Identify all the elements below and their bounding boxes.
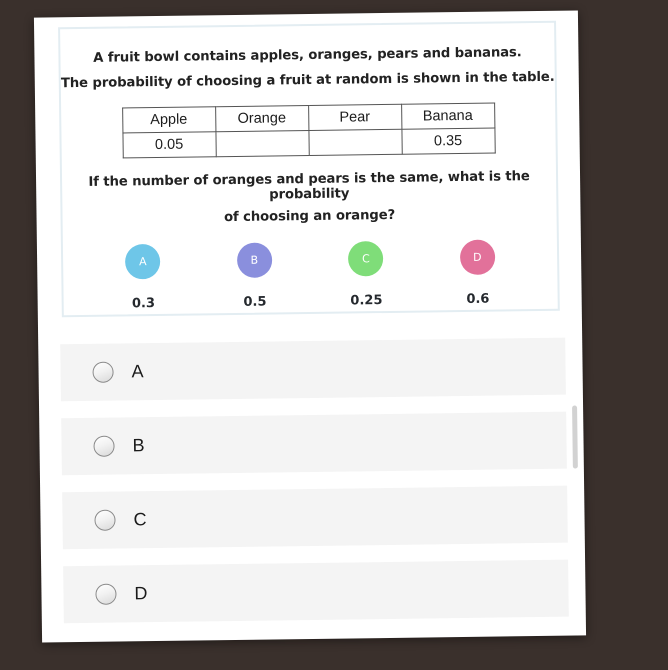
answer-options-list: A B C D: [60, 337, 569, 641]
radio-button-b-icon[interactable]: [93, 435, 115, 457]
table-cell-pear: [308, 129, 402, 156]
table-header-banana: Banana: [401, 103, 495, 130]
answer-option-d-label: D: [134, 583, 148, 604]
answer-option-a[interactable]: A: [60, 337, 566, 402]
choice-bubble-a-value: 0.3: [131, 296, 156, 312]
choice-bubble-d-circle: D: [459, 239, 496, 276]
question-stem-line-1: A fruit bowl contains apples, oranges, p…: [93, 45, 522, 66]
choice-bubble-c-circle: C: [348, 241, 384, 277]
question-prompt-line-1: If the number of oranges and pears is th…: [88, 169, 530, 203]
choice-bubble-c-value: 0.25: [350, 293, 383, 309]
choice-bubble-b-value: 0.5: [243, 294, 267, 310]
choice-bubble-a: A 0.3: [98, 243, 189, 312]
choice-bubble-b-circle: B: [236, 242, 273, 278]
table-header-pear: Pear: [308, 104, 402, 131]
table-cell-apple: 0.05: [122, 131, 216, 158]
table-header-apple: Apple: [122, 106, 216, 133]
choice-bubble-b: B 0.5: [209, 242, 300, 310]
screen: A fruit bowl contains apples, oranges, p…: [0, 0, 668, 670]
table-header-orange: Orange: [215, 105, 309, 132]
choice-bubble-row: A 0.3 B 0.5 C 0.25 D 0.6: [63, 239, 558, 312]
answer-option-c[interactable]: C: [62, 485, 568, 550]
radio-button-d-icon[interactable]: [95, 583, 117, 605]
table-cell-banana: 0.35: [401, 128, 495, 155]
probability-table: Apple Orange Pear Banana 0.05 0.35: [122, 103, 496, 159]
answer-option-a-label: A: [131, 361, 144, 382]
choice-bubble-a-circle: A: [125, 243, 161, 280]
question-paper: A fruit bowl contains apples, oranges, p…: [33, 10, 587, 643]
probability-table-wrapper: Apple Orange Pear Banana 0.05 0.35: [61, 102, 556, 159]
radio-button-c-icon[interactable]: [94, 509, 116, 531]
table-value-row: 0.05 0.35: [122, 128, 495, 158]
answer-option-b[interactable]: B: [61, 411, 567, 476]
answer-option-d[interactable]: D: [63, 559, 569, 624]
answer-option-b-label: B: [132, 435, 145, 456]
question-prompt-line-2: of choosing an orange?: [223, 207, 396, 226]
table-cell-orange: [215, 130, 309, 157]
question-image-card: A fruit bowl contains apples, oranges, p…: [58, 20, 560, 318]
scrollbar-thumb[interactable]: [572, 405, 578, 469]
choice-bubble-d: D 0.6: [432, 239, 523, 307]
radio-button-a-icon[interactable]: [92, 361, 114, 383]
paper-content: A fruit bowl contains apples, oranges, p…: [34, 10, 586, 642]
answer-option-c-label: C: [133, 509, 147, 530]
choice-bubble-d-value: 0.6: [466, 291, 490, 307]
question-stem-line-2: The probability of choosing a fruit at r…: [60, 69, 555, 92]
choice-bubble-c: C 0.25: [321, 241, 412, 309]
